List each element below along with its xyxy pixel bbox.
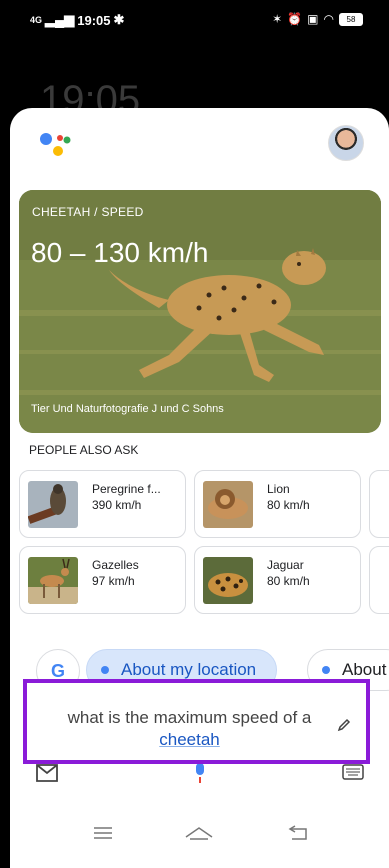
network-indicator: 4G xyxy=(30,14,43,25)
signal-icon: ▂▄▆ xyxy=(45,12,75,27)
navigation-bar xyxy=(94,825,307,840)
cheetah-image xyxy=(19,190,381,433)
list-item-name: Jaguar xyxy=(267,558,304,572)
image-credit: Tier Und Naturfotografie J und C Sohns xyxy=(31,403,224,415)
list-item-peregrine[interactable]: Peregrine f... 390 km/h xyxy=(19,470,186,538)
status-time: 19:05 xyxy=(77,12,111,28)
list-item-speed: 80 km/h xyxy=(267,498,310,512)
updates-icon[interactable] xyxy=(36,764,58,782)
notification-icon: ✱ xyxy=(113,12,125,27)
avatar[interactable] xyxy=(328,125,364,161)
home-icon[interactable] xyxy=(185,827,213,840)
gazelle-image xyxy=(28,557,78,604)
hero-topic: CHEETAH / SPEED xyxy=(32,205,144,219)
assistant-sheet: CHEETAH / SPEED 80 – 130 km/h Tier Und N… xyxy=(10,108,389,868)
list-item-lion[interactable]: Lion 80 km/h xyxy=(194,470,361,538)
list-item-jaguar[interactable]: Jaguar 80 km/h xyxy=(194,546,361,614)
people-also-ask-title: PEOPLE ALSO ASK xyxy=(29,443,139,457)
bottom-bar xyxy=(36,763,364,783)
dot-icon xyxy=(322,666,330,674)
list-item-name: Gazelles xyxy=(92,558,139,572)
cheetah-speed-card[interactable]: CHEETAH / SPEED 80 – 130 km/h Tier Und N… xyxy=(19,190,381,433)
assistant-logo-icon xyxy=(40,133,71,156)
wifi-icon: ◠ xyxy=(323,12,334,26)
list-item-partial[interactable] xyxy=(369,546,389,614)
pencil-icon[interactable] xyxy=(336,717,352,733)
alarm-icon: ⏰ xyxy=(287,12,303,26)
keyboard-icon[interactable] xyxy=(342,764,364,780)
hero-value: 80 – 130 km/h xyxy=(31,237,209,268)
menu-icon[interactable] xyxy=(94,827,112,839)
status-bar-left: 4G ▂▄▆ 19:05 ✱ xyxy=(30,12,124,28)
back-icon[interactable] xyxy=(288,825,307,840)
falcon-image xyxy=(28,481,78,528)
list-item-speed: 97 km/h xyxy=(92,574,135,588)
list-item-gazelles[interactable]: Gazelles 97 km/h xyxy=(19,546,186,614)
query-box[interactable]: what is the maximum speed of a cheetah xyxy=(23,679,370,764)
list-item-partial[interactable] xyxy=(369,470,389,538)
list-item-name: Lion xyxy=(267,482,290,496)
lion-image xyxy=(203,481,253,528)
battery-icon: 58 xyxy=(339,12,363,26)
list-item-speed: 80 km/h xyxy=(267,574,310,588)
dot-icon xyxy=(101,666,109,674)
vibrate-icon: ▣ xyxy=(307,12,319,26)
list-item-speed: 390 km/h xyxy=(92,498,142,512)
query-main: what is the maximum speed of a xyxy=(67,708,312,727)
query-highlight[interactable]: cheetah xyxy=(159,730,220,749)
query-text[interactable]: what is the maximum speed of a cheetah xyxy=(47,707,332,751)
bluetooth-icon: ✶ xyxy=(272,12,283,26)
chip-label: About xyxy=(342,660,387,679)
jaguar-image xyxy=(203,557,253,604)
status-bar-right: ✶ ⏰ ▣ ◠ 58 xyxy=(272,12,363,26)
list-item-name: Peregrine f... xyxy=(92,482,161,496)
microphone-icon[interactable] xyxy=(196,763,204,783)
chip-label: About my location xyxy=(121,660,257,679)
status-bar: 4G ▂▄▆ 19:05 ✱ ✶ ⏰ ▣ ◠ 58 xyxy=(0,0,389,40)
